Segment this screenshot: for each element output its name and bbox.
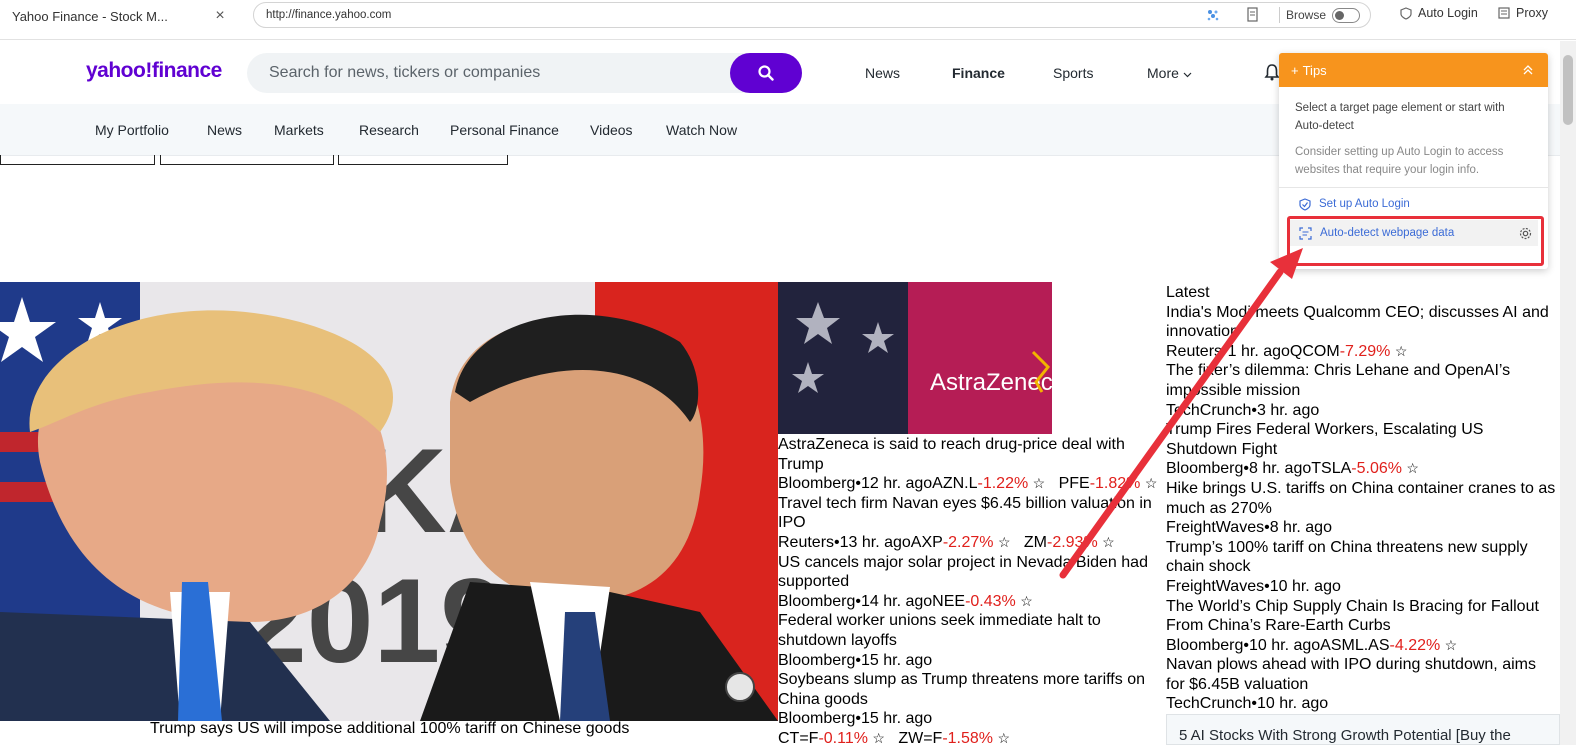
annotation-arrow: [1059, 248, 1303, 579]
